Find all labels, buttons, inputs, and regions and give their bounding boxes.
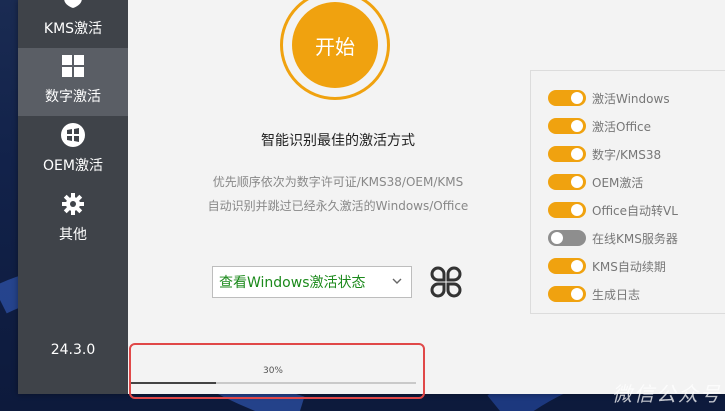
toggle-knob: [571, 176, 583, 188]
toggle-knob: [571, 260, 583, 272]
toggle-switch[interactable]: [548, 174, 586, 190]
option-toggle-row[interactable]: 生成日志: [548, 283, 640, 305]
start-ring: 开始: [280, 0, 390, 100]
toggle-label: 在线KMS服务器: [592, 231, 678, 246]
toggle-label: 生成日志: [592, 287, 641, 302]
option-toggle-row[interactable]: Office自动转VL: [548, 199, 678, 221]
toggle-label: KMS自动续期: [592, 259, 666, 274]
option-toggle-row[interactable]: 数字/KMS38: [548, 143, 661, 165]
option-toggle-row[interactable]: 在线KMS服务器: [548, 227, 678, 249]
description-line-2: 自动识别并跳过已经永久激活的Windows/Office: [207, 199, 469, 213]
options-panel: 激活Windows 激活Office 数字/KMS38 OEM激活 Office自动转V…: [530, 70, 725, 314]
app-window: KMS激活 数字激活 OEM激活 其他 24.3.0 开始 智能识别最佳的激活方…: [18, 0, 725, 394]
sidebar: KMS激活 数字激活 OEM激活 其他 24.3.0: [18, 0, 128, 394]
toggle-switch[interactable]: [548, 230, 586, 246]
clover-menu-icon[interactable]: [428, 264, 464, 300]
toggle-knob: [571, 288, 583, 300]
windows-logo-icon: [59, 121, 87, 149]
dropdown-value: 查看Windows激活状态: [219, 275, 366, 291]
gear-icon: [59, 190, 87, 218]
toggle-knob: [571, 148, 583, 160]
sidebar-item-oem[interactable]: OEM激活: [18, 117, 128, 185]
option-toggle-row[interactable]: 激活Windows: [548, 87, 670, 109]
sidebar-item-digital[interactable]: 数字激活: [18, 48, 128, 116]
watermark: 微信公众号: [612, 382, 722, 406]
toggle-switch[interactable]: [548, 258, 586, 274]
sidebar-item-label: KMS激活: [43, 21, 103, 37]
status-dropdown[interactable]: 查看Windows激活状态: [212, 266, 412, 298]
toggle-knob: [551, 232, 563, 244]
sidebar-item-label: 其他: [59, 227, 87, 243]
sidebar-item-other[interactable]: 其他: [18, 186, 128, 254]
option-toggle-row[interactable]: OEM激活: [548, 171, 643, 193]
toggle-switch[interactable]: [548, 118, 586, 134]
option-toggle-row[interactable]: KMS自动续期: [548, 255, 666, 277]
description-line-1: 优先顺序依次为数字许可证/KMS38/OEM/KMS: [212, 175, 464, 189]
version-label: 24.3.0: [50, 342, 96, 358]
toggle-knob: [571, 120, 583, 132]
sidebar-item-kms[interactable]: KMS激活: [18, 0, 128, 48]
main-panel: 开始 智能识别最佳的激活方式 优先顺序依次为数字许可证/KMS38/OEM/KM…: [128, 0, 725, 394]
chevron-down-icon: [391, 275, 403, 291]
option-toggle-row[interactable]: 激活Office: [548, 115, 651, 137]
toggle-switch[interactable]: [548, 90, 586, 106]
toggle-knob: [571, 92, 583, 104]
toggle-switch[interactable]: [548, 146, 586, 162]
toggle-label: 数字/KMS38: [592, 147, 662, 162]
highlight-box: [129, 343, 425, 399]
toggle-label: 激活Windows: [592, 91, 670, 106]
toggle-label: 激活Office: [592, 119, 652, 134]
toggle-label: OEM激活: [592, 175, 644, 190]
shield-icon: [59, 0, 87, 12]
windows-icon: [59, 52, 87, 80]
toggle-switch[interactable]: [548, 286, 586, 302]
sidebar-item-label: OEM激活: [43, 158, 103, 174]
toggle-switch[interactable]: [548, 202, 586, 218]
toggle-label: Office自动转VL: [592, 203, 678, 218]
sidebar-item-label: 数字激活: [45, 89, 101, 105]
toggle-knob: [571, 204, 583, 216]
page-heading: 智能识别最佳的激活方式: [261, 133, 415, 149]
start-button[interactable]: 开始: [292, 2, 378, 88]
